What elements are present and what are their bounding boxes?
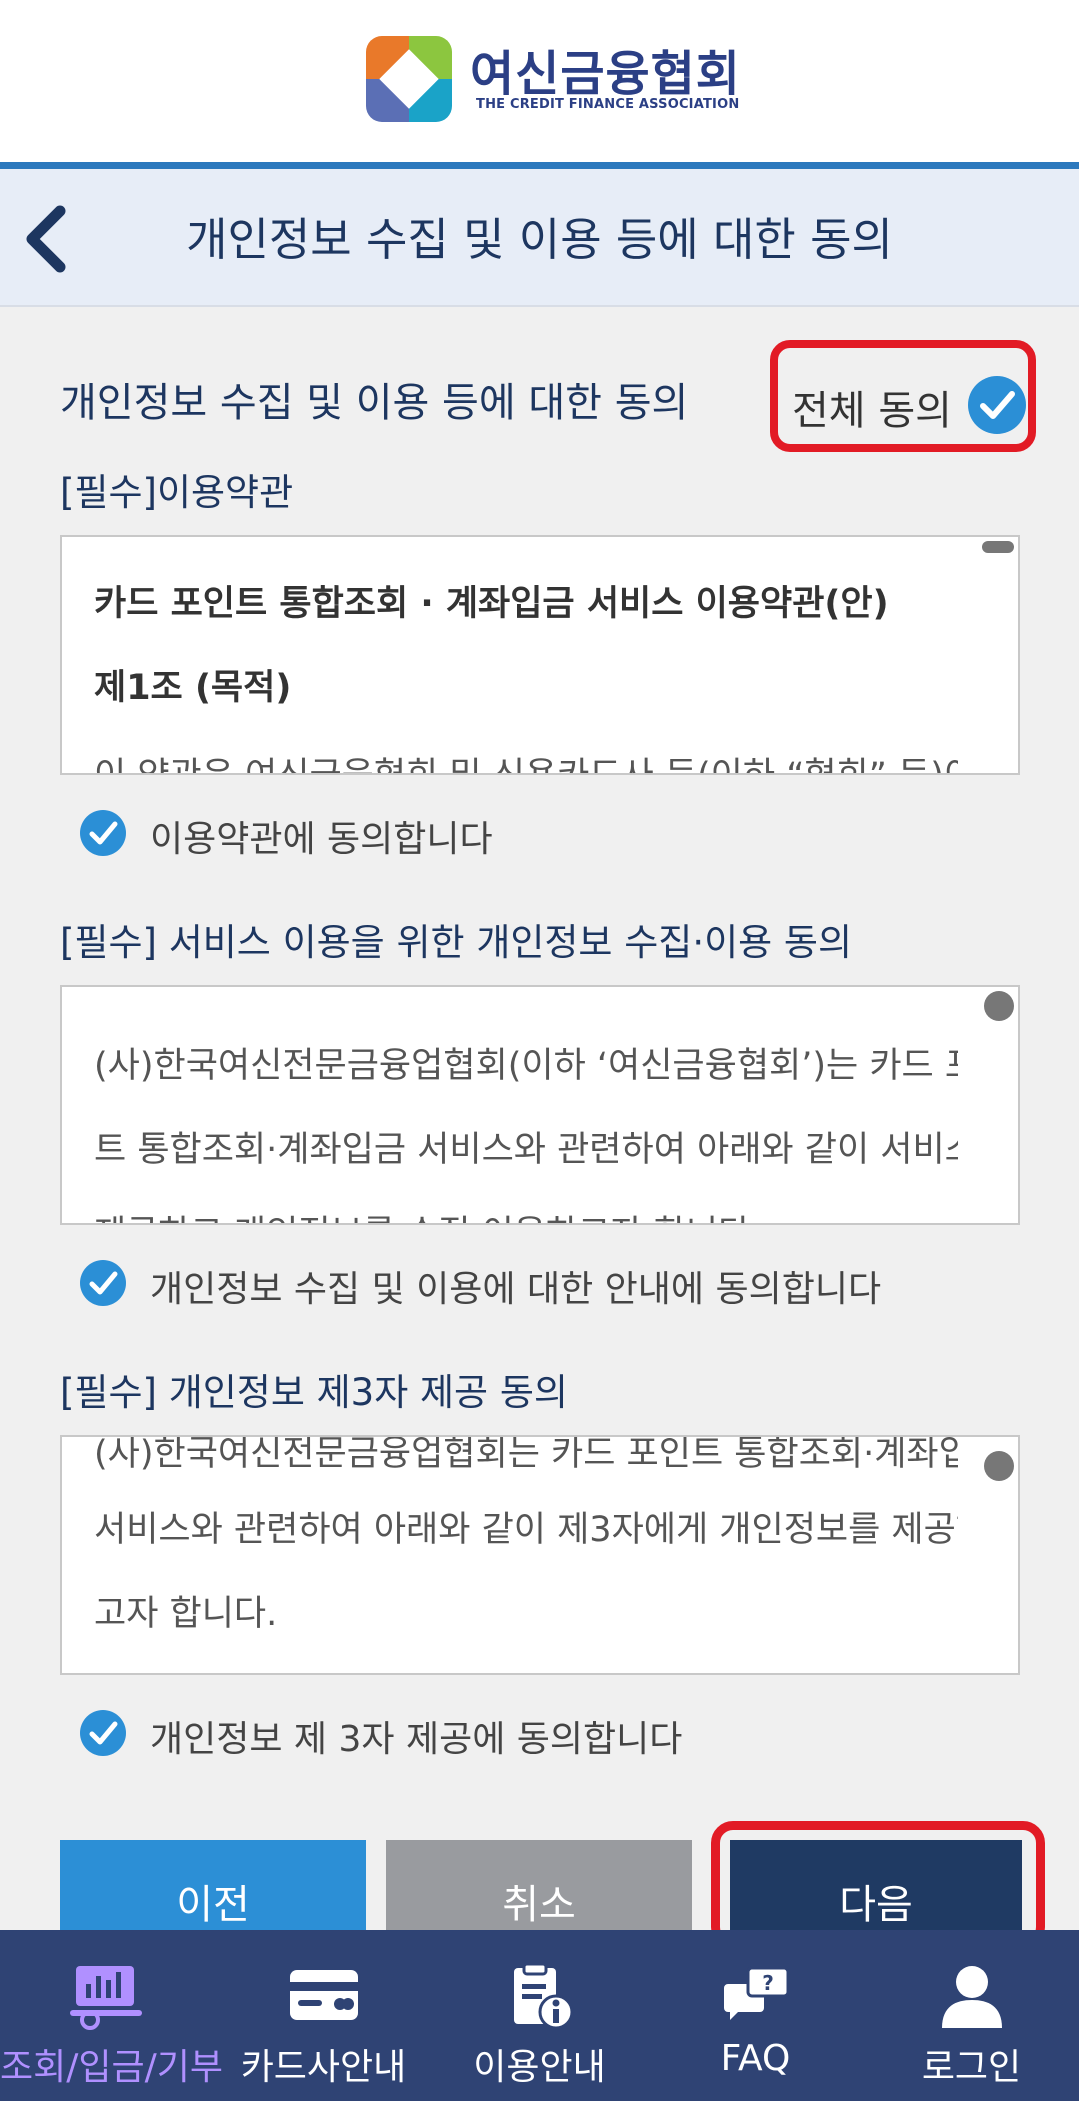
page-title: 개인정보 수집 및 이용 등에 대한 동의 [186,213,893,266]
logo-icon [366,36,452,122]
user-icon [941,1966,1002,2028]
third-party-agree-label: 개인정보 제 3자 제공에 동의합니다 [150,1719,683,1760]
privacy-collect-agree-label: 개인정보 수집 및 이용에 대한 안내에 동의합니다 [150,1269,882,1310]
terms-text-box[interactable]: 카드 포인트 통합조회 · 계좌입금 서비스 이용약관(안) 제1조 (목적) … [60,535,1020,775]
nav-item-faq[interactable]: ? FAQ [648,1930,863,2101]
all-agree-toggle[interactable]: 전체 동의 [770,340,1036,452]
logo-header: 여신금융협회 THE CREDIT FINANCE ASSOCIATION [0,0,1079,162]
check-icon[interactable] [80,1710,126,1756]
title-bar: 개인정보 수집 및 이용 등에 대한 동의 [0,169,1079,307]
section-title: 개인정보 수집 및 이용 등에 대한 동의 [60,380,689,426]
nav-label: 카드사안내 [240,2047,407,2088]
nav-item-inquiry[interactable]: 조회/입금/기부 [0,1930,223,2101]
privacy-collect-line: (사)한국여신전문금융업협회(이하 ‘여신금융협회’)는 카드 포인 [94,1046,958,1086]
nav-label: 조회/입금/기부 [0,2047,223,2088]
svg-text:?: ? [762,1971,774,1995]
nav-label: 로그인 [921,2047,1022,2088]
nav-label: 이용안내 [473,2047,606,2088]
card-icon [289,1970,358,2020]
privacy-collect-line: 제공하고 개인정보를 수집·이용하고자 합니다. [94,1205,958,1223]
scrollbar[interactable] [984,1451,1014,1481]
org-name: 여신금융협회 [470,46,741,102]
privacy-collect-line: 트 통합조회·계좌입금 서비스와 관련하여 아래와 같이 서비스를 [94,1130,958,1170]
privacy-collect-title: [필수] 서비스 이용을 위한 개인정보 수집·이용 동의 [60,921,852,964]
third-party-line: (사)한국여신전문금융업협회는 카드 포인트 통합조회·계좌입금 [94,1435,958,1474]
org-subtitle: THE CREDIT FINANCE ASSOCIATION [476,97,740,112]
terms-heading: 카드 포인트 통합조회 · 계좌입금 서비스 이용약관(안) [94,584,889,624]
scrollbar[interactable] [984,991,1014,1021]
scrollbar[interactable] [982,541,1014,553]
third-party-line: 서비스와 관련하여 아래와 같이 제3자에게 개인정보를 제공하 [94,1510,958,1550]
privacy-collect-text-box[interactable]: (사)한국여신전문금융업협회(이하 ‘여신금융협회’)는 카드 포인 트 통합조… [60,985,1020,1225]
third-party-title: [필수] 개인정보 제3자 제공 동의 [60,1371,568,1414]
check-icon[interactable] [80,810,126,856]
all-agree-label: 전체 동의 [792,388,952,434]
check-icon[interactable] [968,376,1026,434]
terms-title: [필수]이용약관 [60,471,294,514]
third-party-text-box[interactable]: (사)한국여신전문금융업협회는 카드 포인트 통합조회·계좌입금 서비스와 관련… [60,1435,1020,1675]
bottom-nav: 조회/입금/기부 카드사안내 이용안내 ? FAQ 로그인 [0,1930,1079,2101]
terms-article: 제1조 (목적) [94,668,292,708]
nav-item-guide[interactable]: 이용안내 [432,1930,647,2101]
terms-agree-label: 이용약관에 동의합니다 [150,819,493,860]
guide-icon [513,1962,573,2030]
inquiry-icon [69,1966,142,2030]
third-party-line: 고자 합니다. [94,1594,278,1634]
check-icon[interactable] [80,1260,126,1306]
faq-icon: ? [723,1966,789,2020]
nav-item-login[interactable]: 로그인 [864,1930,1079,2101]
terms-body: 이 약관은 여신금융협회 및 신용카드사 등(이하 “협회” 등)이 제 [94,747,958,773]
nav-label: FAQ [720,2038,791,2079]
header-divider [0,162,1079,169]
nav-item-card-companies[interactable]: 카드사안내 [216,1930,431,2101]
